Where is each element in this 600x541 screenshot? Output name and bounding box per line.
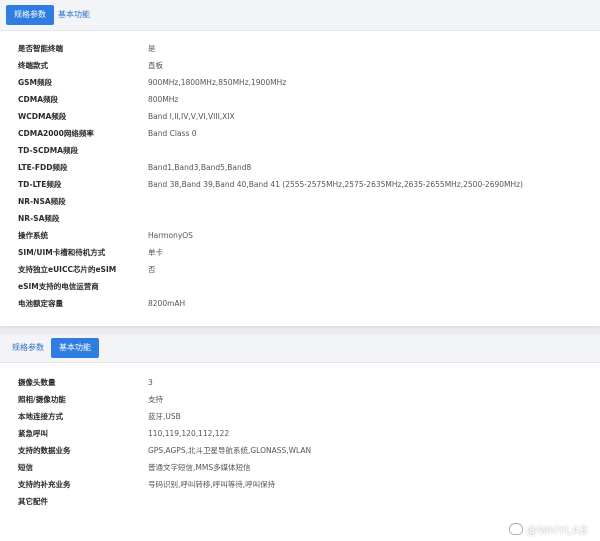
spec-key: 电池额定容量 [18, 299, 63, 308]
tab-specs[interactable]: 规格参数 [6, 5, 54, 25]
spec-value: HarmonyOS [148, 231, 193, 240]
spec-key: 短信 [18, 463, 33, 472]
spec-key: NR-SA频段 [18, 214, 60, 223]
spec-key: 本地连接方式 [18, 412, 63, 421]
spec-value: 普通文字短信,MMS多媒体短信 [148, 463, 251, 472]
spec-value: 否 [148, 265, 156, 274]
spec-value: 支持 [148, 395, 163, 404]
spec-key: WCDMA频段 [18, 112, 67, 121]
spec-key: eSIM支持的电信运营商 [18, 282, 99, 291]
spec-row: 紧急呼叫 110,119,120,112,122 [0, 425, 600, 442]
spec-key: 支持独立eUICC芯片的eSIM [18, 265, 117, 274]
tab-basic-functions[interactable]: 基本功能 [51, 338, 99, 358]
spec-key: CDMA频段 [18, 95, 58, 104]
spec-value: Band1,Band3,Band5,Band8 [148, 163, 252, 172]
spec-row: CDMA频段 800MHz [0, 91, 600, 108]
spec-value: 900MHz,1800MHz,850MHz,1900MHz [148, 78, 287, 87]
spec-row: 本地连接方式 蓝牙,USB [0, 408, 600, 425]
spec-row: NR-SA频段 [0, 210, 600, 227]
spec-row: TD-LTE频段 Band 38,Band 39,Band 40,Band 41 … [0, 176, 600, 193]
spec-list: 是否智能终端 是终端款式 直板 GSM频段 900MHz,1800MHz,850MHz,… [0, 40, 600, 312]
spec-key: 其它配件 [18, 497, 48, 506]
spec-value: 号码识别,呼叫转移,呼叫等待,呼叫保持 [148, 480, 276, 489]
tab-specs[interactable]: 规格参数 [4, 338, 52, 358]
spec-value: Band Class 0 [148, 129, 197, 138]
spec-value: 3 [148, 378, 153, 387]
spec-key: 照相/摄像功能 [18, 395, 66, 404]
spec-key: GSM频段 [18, 78, 53, 87]
weibo-icon [509, 523, 524, 535]
tab-bar: 规格参数 基本功能 [0, 334, 600, 363]
spec-row: 照相/摄像功能 支持 [0, 391, 600, 408]
functions-panel: 规格参数 基本功能 摄像头数量 3 照相/摄像功能 支持本地连接方式 蓝牙,USB 紧急呼… [0, 334, 600, 541]
spec-key: 是否智能终端 [18, 44, 63, 53]
spec-value: 是 [148, 44, 156, 53]
watermark: @WHYLAB [509, 523, 588, 537]
spec-row: LTE-FDD频段 Band1,Band3,Band5,Band8 [0, 159, 600, 176]
spec-row: SIM/UIM卡槽和待机方式 单卡 [0, 244, 600, 261]
spec-value: 110,119,120,112,122 [148, 429, 230, 438]
spec-key: SIM/UIM卡槽和待机方式 [18, 248, 106, 257]
tab-bar: 规格参数 基本功能 [0, 0, 600, 31]
spec-row: GSM频段 900MHz,1800MHz,850MHz,1900MHz [0, 74, 600, 91]
spec-value: Band 38,Band 39,Band 40,Band 41 (2555-25… [148, 180, 523, 189]
spec-row: 其它配件 [0, 493, 600, 510]
spec-row: eSIM支持的电信运营商 [0, 278, 600, 295]
function-list: 摄像头数量 3 照相/摄像功能 支持本地连接方式 蓝牙,USB 紧急呼叫 110,119,1… [0, 374, 600, 510]
spec-row: TD-SCDMA频段 [0, 142, 600, 159]
spec-key: NR-NSA频段 [18, 197, 66, 206]
spec-value: 蓝牙,USB [148, 412, 181, 421]
spec-key: TD-SCDMA频段 [18, 146, 78, 155]
spec-key: TD-LTE频段 [18, 180, 62, 189]
spec-value: Band I,II,IV,V,VI,VIII,XIX [148, 112, 235, 121]
spec-row: 终端款式 直板 [0, 57, 600, 74]
spec-row: 短信 普通文字短信,MMS多媒体短信 [0, 459, 600, 476]
spec-row: 是否智能终端 是 [0, 40, 600, 57]
spec-value: 直板 [148, 61, 163, 70]
spec-key: 紧急呼叫 [18, 429, 48, 438]
spec-row: 电池额定容量 8200mAH [0, 295, 600, 312]
spec-row: 支持的数据业务 GPS,AGPS,北斗卫星导航系统,GLONASS,WLAN [0, 442, 600, 459]
spec-row: 支持独立eUICC芯片的eSIM 否 [0, 261, 600, 278]
spec-row: 摄像头数量 3 [0, 374, 600, 391]
spec-key: LTE-FDD频段 [18, 163, 68, 172]
spec-key: CDMA2000网络频率 [18, 129, 94, 138]
spec-value: 单卡 [148, 248, 163, 257]
spec-value: 800MHz [148, 95, 179, 104]
watermark-text: @WHYLAB [526, 524, 588, 537]
spec-key: 终端款式 [18, 61, 48, 70]
spec-value: 8200mAH [148, 299, 186, 308]
spec-value: GPS,AGPS,北斗卫星导航系统,GLONASS,WLAN [148, 446, 312, 455]
spec-row: 支持的补充业务 号码识别,呼叫转移,呼叫等待,呼叫保持 [0, 476, 600, 493]
spec-row: WCDMA频段 Band I,II,IV,V,VI,VIII,XIX [0, 108, 600, 125]
spec-row: CDMA2000网络频率 Band Class 0 [0, 125, 600, 142]
spec-key: 支持的数据业务 [18, 446, 71, 455]
spec-key: 支持的补充业务 [18, 480, 71, 489]
spec-key: 操作系统 [18, 231, 48, 240]
spec-panel: 规格参数 基本功能 是否智能终端 是终端款式 直板 GSM频段 900MHz,1800M… [0, 0, 600, 326]
spec-key: 摄像头数量 [18, 378, 56, 387]
tab-basic-functions[interactable]: 基本功能 [50, 5, 98, 25]
spec-row: NR-NSA频段 [0, 193, 600, 210]
spec-row: 操作系统 HarmonyOS [0, 227, 600, 244]
